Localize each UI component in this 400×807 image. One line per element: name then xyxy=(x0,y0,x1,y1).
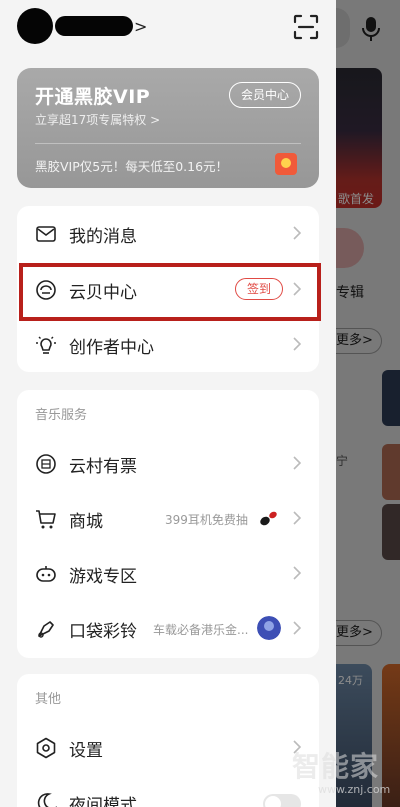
chevron-right-icon xyxy=(293,621,301,635)
chevron-right-icon xyxy=(293,511,301,525)
menu-item-label: 夜间模式 xyxy=(69,796,137,807)
highlight-box xyxy=(19,263,321,321)
ringtone-icon xyxy=(38,621,54,638)
menu-item-ringtone[interactable]: 口袋彩铃 车载必备港乐金... xyxy=(17,601,319,656)
watermark-url: www.znj.com xyxy=(318,783,391,796)
gamepad-icon xyxy=(36,566,56,582)
chevron-right-icon[interactable]: > xyxy=(134,17,147,37)
vip-promo-text: 黑胶VIP仅5元！每天低至0.16元！ xyxy=(35,159,229,174)
username-redacted[interactable] xyxy=(55,16,133,36)
menu-item-mall[interactable]: 商城 399耳机免费抽 xyxy=(17,491,319,546)
moon-icon xyxy=(37,793,57,807)
watermark-text: 智能家 xyxy=(292,750,380,783)
settings-icon xyxy=(36,737,56,759)
menu-item-creator-center[interactable]: 创作者中心 xyxy=(17,317,319,372)
ticket-icon xyxy=(36,454,56,474)
music-services-card: 音乐服务 云村有票 商城 399耳机免费抽 游戏专区 口袋彩铃 车载必备港乐金.… xyxy=(17,390,319,658)
cart-icon xyxy=(36,510,56,529)
chevron-right-icon xyxy=(293,456,301,470)
menu-item-tickets[interactable]: 云村有票 xyxy=(17,436,319,491)
menu-item-label: 商城 xyxy=(69,512,103,532)
chevron-right-icon xyxy=(293,337,301,351)
menu-item-label: 云村有票 xyxy=(69,457,137,477)
chevron-right-icon xyxy=(293,226,301,240)
menu-item-messages[interactable]: 我的消息 xyxy=(17,206,319,261)
menu-item-label: 我的消息 xyxy=(69,227,137,247)
side-drawer: > 开通黑胶VIP 立享超17项专属特权 > 会员中心 黑胶VIP仅5元！每天低… xyxy=(0,0,336,807)
member-center-button[interactable]: 会员中心 xyxy=(229,82,301,108)
menu-item-settings[interactable]: 设置 xyxy=(17,720,319,775)
section-title: 其他 xyxy=(35,692,62,707)
menu-item-label: 创作者中心 xyxy=(69,338,154,358)
night-mode-toggle[interactable] xyxy=(263,794,301,807)
avatar[interactable] xyxy=(17,8,53,44)
ringtone-cover-image xyxy=(257,616,281,640)
vip-subtitle[interactable]: 立享超17项专属特权 > xyxy=(35,111,160,128)
drawer-header: > xyxy=(0,0,336,56)
menu-item-label: 设置 xyxy=(69,741,103,761)
menu-item-label: 游戏专区 xyxy=(69,567,137,587)
menu-item-games[interactable]: 游戏专区 xyxy=(17,546,319,601)
scan-icon[interactable] xyxy=(293,14,319,40)
vip-title: 开通黑胶VIP xyxy=(35,86,151,108)
mail-icon xyxy=(36,226,56,242)
mall-promo-text: 399耳机免费抽 xyxy=(165,513,248,527)
menu-item-night-mode[interactable]: 夜间模式 xyxy=(17,775,319,807)
earphone-icon xyxy=(260,511,277,526)
vip-divider xyxy=(35,143,301,144)
gift-icon xyxy=(275,153,297,175)
ringtone-promo-text: 车载必备港乐金... xyxy=(153,623,249,637)
lightbulb-icon xyxy=(36,336,56,354)
other-card: 其他 设置 夜间模式 xyxy=(17,674,319,807)
vip-promo-card[interactable]: 开通黑胶VIP 立享超17项专属特权 > 会员中心 黑胶VIP仅5元！每天低至0… xyxy=(17,68,319,188)
menu-item-label: 口袋彩铃 xyxy=(69,622,137,642)
chevron-right-icon xyxy=(293,566,301,580)
section-title: 音乐服务 xyxy=(35,408,88,423)
